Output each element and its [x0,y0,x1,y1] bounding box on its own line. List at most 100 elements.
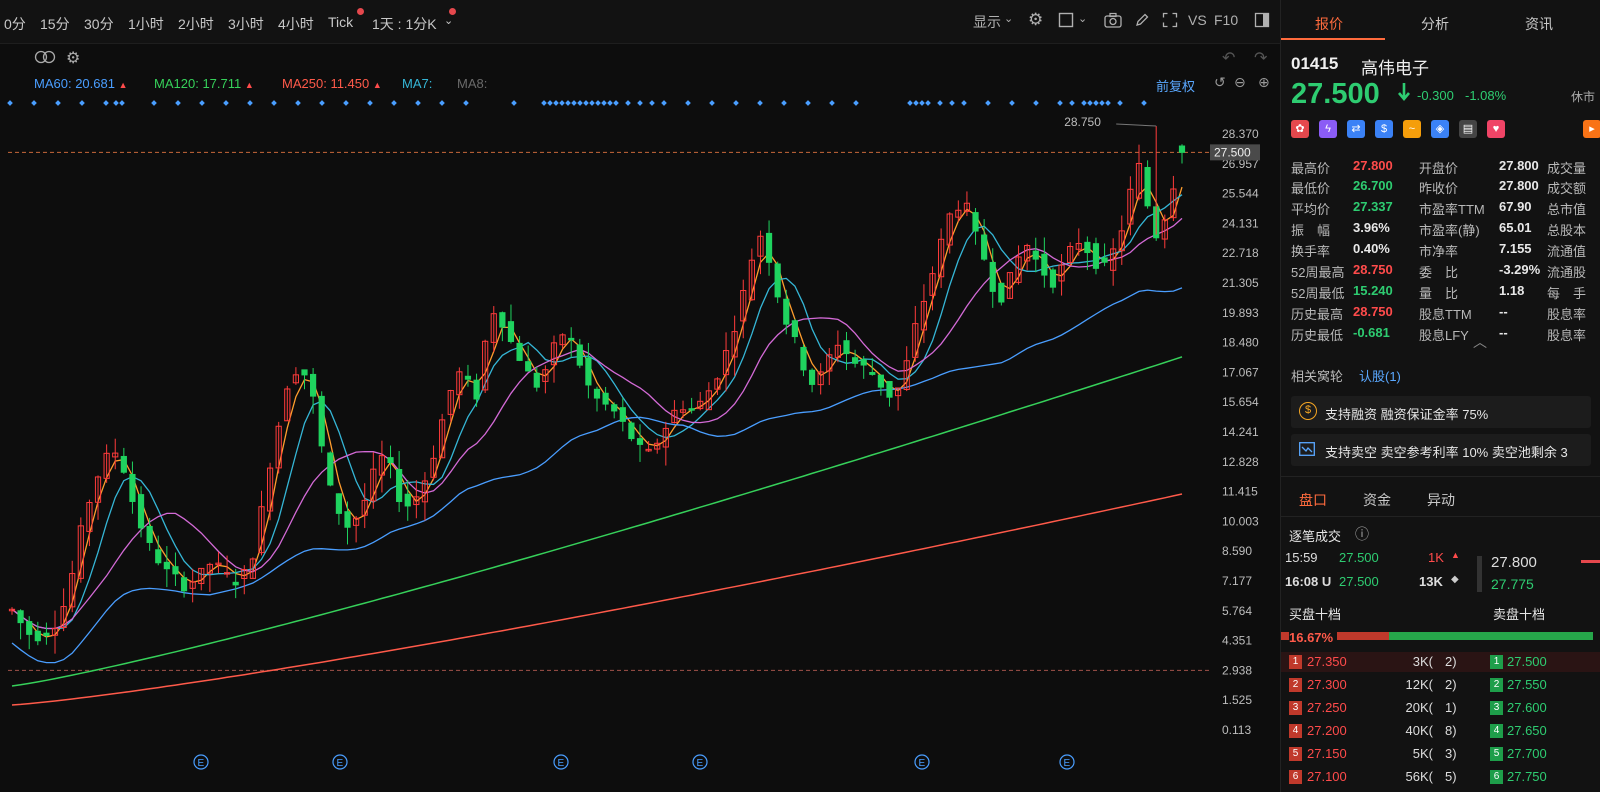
event-dot-marker [829,100,835,106]
price-tick-label: 7.177 [1222,574,1252,588]
tick-volume: 13K [1419,574,1443,589]
stat-value: 27.800 [1499,158,1539,173]
tick-time: 15:59 [1285,550,1318,565]
dividend-markers: EEEEEE [193,754,1075,770]
ma5-line [11,185,1183,638]
event-dot-marker [907,100,913,106]
trend-badge-icon[interactable]: ~ [1403,120,1421,138]
tab-analysis[interactable]: 分析 [1421,14,1449,34]
orderbook-row[interactable]: 2 27.300 12K(2) 2 27.550 [1281,675,1600,695]
event-dot-marker [685,100,691,106]
dividend-marker-label: E [558,758,565,769]
orderbook-row[interactable]: 6 27.100 56K(5) 6 27.750 [1281,767,1600,787]
bid-level-number: 5 [1289,747,1302,761]
stat-value: 27.337 [1353,199,1393,214]
stat-label: 每 手 [1547,286,1587,301]
doc-badge-icon[interactable]: ▤ [1459,120,1477,138]
moving-averages [11,185,1183,706]
tab-capital[interactable]: 资金 [1363,490,1391,510]
orderbook-row[interactable]: 5 27.150 5K(3) 5 27.700 [1281,744,1600,764]
candle-body [783,298,790,325]
event-dot-marker [589,100,595,106]
related-warrants-link[interactable]: 认股(1) [1359,366,1401,385]
price-tick-label: 19.893 [1222,306,1259,320]
down-arrow-icon [1397,82,1411,105]
bid-price: 27.150 [1307,746,1347,761]
stat-label: 市净率 [1419,244,1459,259]
event-dot-marker [1093,100,1099,106]
tag-badge-icon[interactable]: ◈ [1431,120,1449,138]
candle-body [172,566,179,575]
active-tab-indicator [1281,38,1385,40]
candle-body [163,561,170,570]
candle-body [576,344,583,366]
orderbook-row[interactable]: 4 27.200 40K(8) 4 27.650 [1281,721,1600,741]
ask-title: 卖盘十档 [1493,607,1546,622]
candle-body [886,381,893,398]
event-dot-marker [757,100,763,106]
info-icon[interactable]: ⓘ [1355,524,1369,544]
event-dot-marker [151,100,157,106]
ask-price: 27.500 [1507,654,1547,669]
tick-scrollbar[interactable] [1477,556,1482,592]
price-tick-label: 10.003 [1222,514,1259,528]
candle-body [877,374,884,388]
extra-badge-icon[interactable]: ▸ [1583,120,1600,138]
orderbook-row[interactable]: 1 27.350 3K(2) 1 27.500 [1281,652,1600,672]
bid-ratio-label: 16.67% [1289,630,1338,645]
bid-volume: 12K( [1405,677,1433,692]
tab-orderbook[interactable]: 盘口 [1299,490,1327,510]
price-tick-label: 22.718 [1222,246,1259,260]
ma250-line [11,493,1183,706]
tick-price: 27.500 [1339,574,1379,589]
lightning-badge-icon[interactable]: ϟ [1319,120,1337,138]
hk-connect-badge-icon[interactable]: ✿ [1291,120,1309,138]
candle-body [137,494,145,529]
candle-body [1032,250,1039,260]
heart-badge-icon[interactable]: ♥ [1487,120,1505,138]
stat-label: 总市值 [1547,202,1587,217]
ask-price: 27.700 [1507,746,1547,761]
stat-value: -- [1499,325,1508,340]
price-tick-label: 8.590 [1222,544,1252,558]
orderbook-row[interactable]: 3 27.250 20K(1) 3 27.600 [1281,698,1600,718]
tab-news[interactable]: 资讯 [1525,14,1553,34]
event-dot-marker [55,100,61,106]
candle-body [1041,253,1048,276]
stat-label: 股息率 [1547,328,1587,343]
price-tick-label: 21.305 [1222,276,1259,290]
candle-body [318,395,325,447]
event-dot-marker [31,100,37,106]
margin-feature-row[interactable]: $ 支持融资 融资保证金率 75% [1291,396,1591,428]
collapse-chevron-icon[interactable]: ︿ [1473,332,1487,352]
event-dot-marker [733,100,739,106]
related-warrants-label: 相关窝轮 [1291,369,1344,384]
bid-price: 27.350 [1307,654,1347,669]
tab-unusual[interactable]: 异动 [1427,490,1455,510]
divider [1281,516,1600,517]
candle-body [1092,243,1100,269]
shuffle-badge-icon[interactable]: ⇄ [1347,120,1365,138]
candle-body [301,369,308,376]
event-dot-marker [295,100,301,106]
candle-body [611,404,618,412]
kline-chart[interactable]: 28.750 28.37026.95725.54424.13122.71821.… [0,0,1280,792]
candle-body [800,346,807,371]
event-dot-marker [1069,100,1075,106]
ask-level-number: 3 [1490,701,1503,715]
price-change: -0.300 [1417,88,1454,103]
tab-quote[interactable]: 报价 [1315,14,1343,34]
bid-order-count: 2) [1445,654,1457,669]
dollar-badge-icon[interactable]: $ [1375,120,1393,138]
event-dot-marker [925,100,931,106]
stat-label: 流通值 [1547,244,1587,259]
short-feature-row[interactable]: 支持卖空 卖空参考利率 10% 卖空池剩余 3 [1291,434,1591,466]
bid-price: 27.250 [1307,700,1347,715]
candle-body [774,263,781,298]
event-dot-marker [853,100,859,106]
stat-label: 52周最高 [1291,265,1345,280]
event-dot-marker [1057,100,1063,106]
event-dot-marker [271,100,277,106]
candle-body [860,359,867,366]
event-dot-marker [79,100,85,106]
